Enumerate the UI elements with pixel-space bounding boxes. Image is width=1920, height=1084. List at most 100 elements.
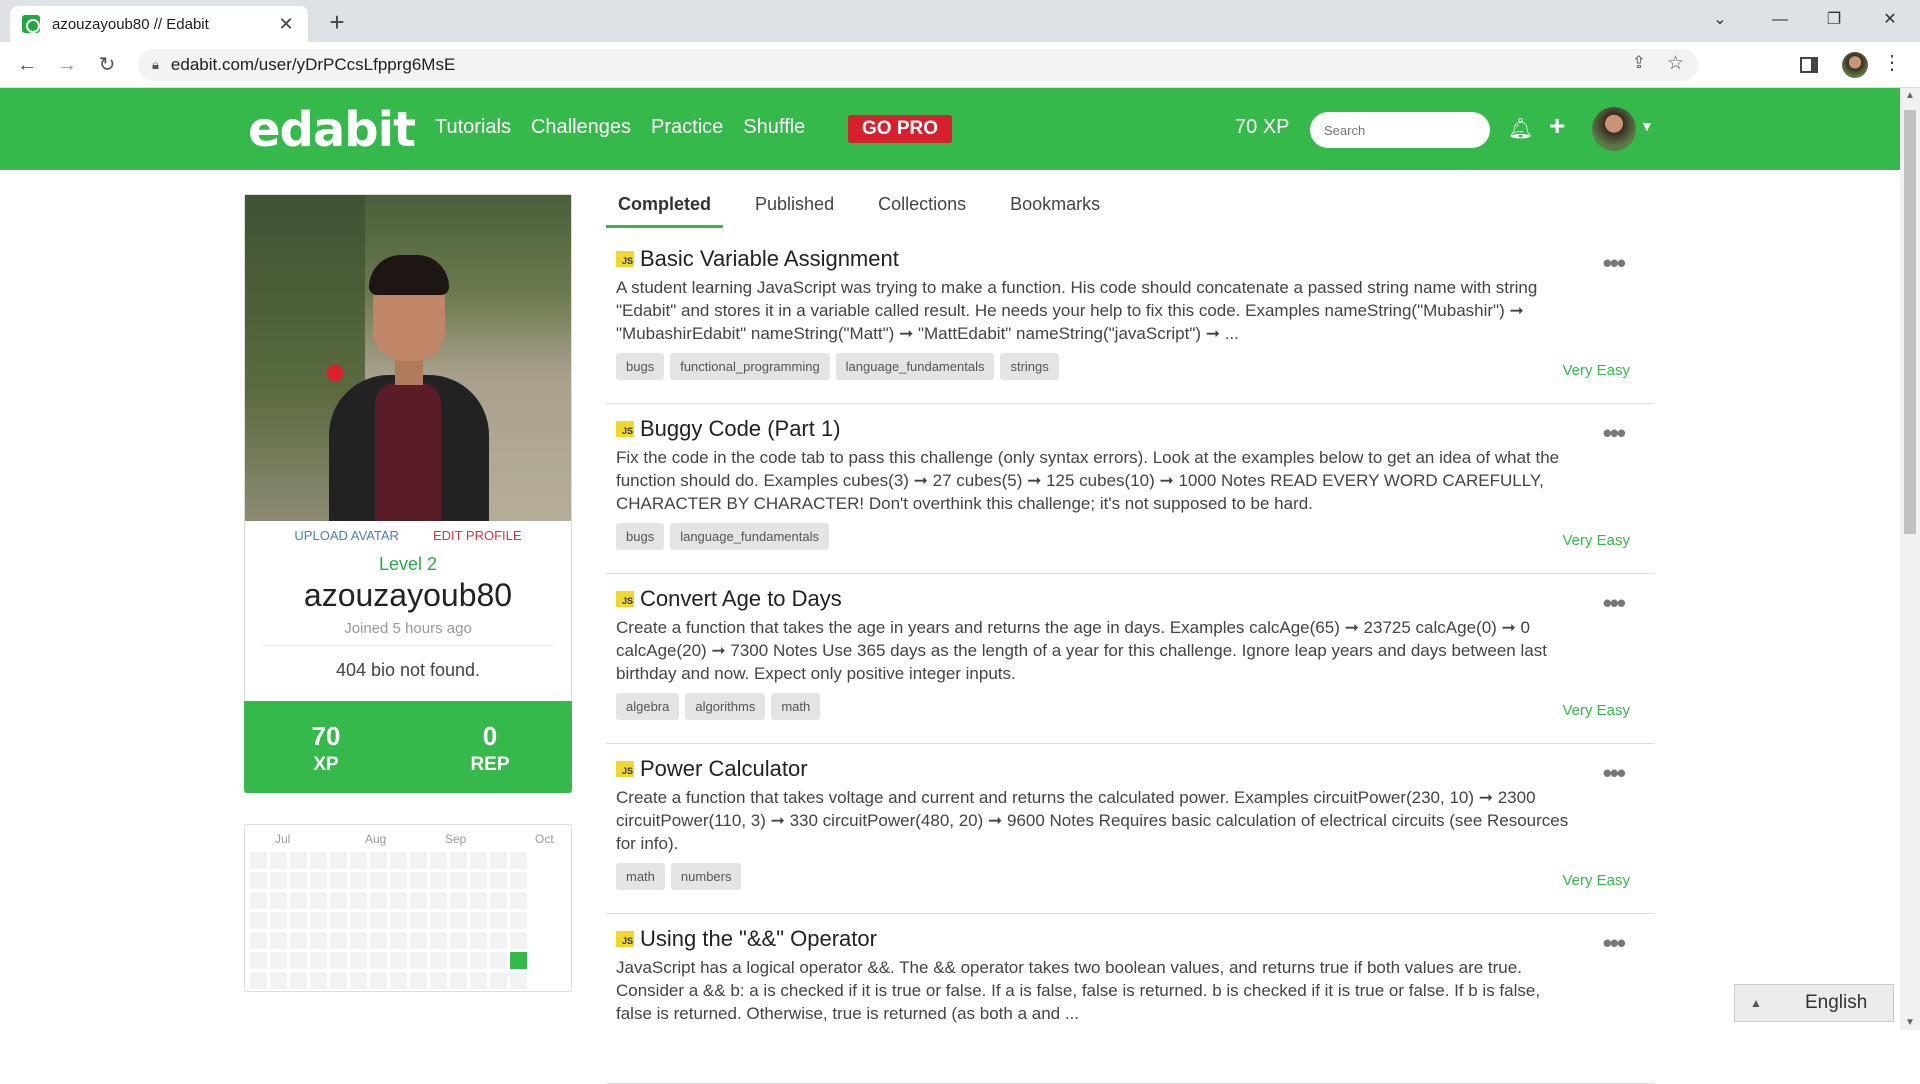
more-options-icon[interactable]: ••• (1603, 758, 1626, 789)
bell-icon[interactable]: 🔔︎ (1508, 116, 1533, 141)
tab-search-chevron-icon[interactable]: ⌄ (1690, 0, 1750, 42)
tab-completed[interactable]: Completed (606, 186, 724, 228)
nav-challenges[interactable]: Challenges (531, 116, 631, 139)
challenge-title[interactable]: Buggy Code (Part 1) (640, 416, 841, 442)
tag[interactable]: numbers (670, 863, 742, 890)
close-tab-icon[interactable]: ✕ (276, 14, 296, 35)
tag[interactable]: language_fundamentals (835, 353, 995, 380)
activity-day (350, 872, 367, 889)
challenge-card[interactable]: JS Buggy Code (Part 1) Fix the code in t… (606, 404, 1654, 574)
activity-day (430, 892, 447, 909)
challenge-card[interactable]: JS Convert Age to Days Create a function… (606, 574, 1654, 744)
activity-day (510, 892, 527, 909)
activity-day (410, 932, 427, 949)
challenge-title[interactable]: Basic Variable Assignment (640, 246, 899, 272)
edit-profile-link[interactable]: EDIT PROFILE (433, 528, 522, 543)
restore-icon[interactable]: ❐ (1804, 0, 1864, 42)
more-options-icon[interactable]: ••• (1603, 248, 1626, 279)
tag[interactable]: math (771, 693, 821, 720)
challenge-title[interactable]: Convert Age to Days (640, 586, 842, 612)
activity-day (350, 852, 367, 869)
bookmark-star-icon[interactable]: ☆ (1667, 52, 1684, 75)
activity-day (310, 932, 327, 949)
activity-day (490, 932, 507, 949)
activity-day (470, 852, 487, 869)
challenge-card[interactable]: JS Basic Variable Assignment A student l… (606, 234, 1654, 404)
minimize-icon[interactable]: — (1750, 0, 1810, 42)
nav-shuffle[interactable]: Shuffle (743, 116, 805, 139)
back-arrow-icon[interactable]: ← (12, 50, 42, 80)
month-label: Jul (275, 832, 290, 846)
tag[interactable]: math (616, 863, 665, 890)
activity-day (510, 972, 527, 989)
go-pro-button[interactable]: GO PRO (848, 115, 953, 143)
tag[interactable]: bugs (616, 353, 665, 380)
tag[interactable]: algorithms (685, 693, 766, 720)
activity-day (490, 852, 507, 869)
activity-day (450, 972, 467, 989)
activity-day (490, 972, 507, 989)
upload-avatar-link[interactable]: UPLOAD AVATAR (294, 528, 399, 543)
activity-day (410, 892, 427, 909)
side-panel-icon[interactable] (1800, 57, 1818, 73)
challenge-difficulty: Very Easy (1562, 532, 1630, 549)
challenge-card[interactable]: JS Using the "&&" Operator JavaScript ha… (606, 914, 1654, 1084)
nav-tutorials[interactable]: Tutorials (435, 116, 511, 139)
activity-day (370, 972, 387, 989)
tag[interactable]: bugs (616, 523, 665, 550)
activity-day (330, 892, 347, 909)
tab-published[interactable]: Published (743, 186, 846, 228)
url-text[interactable]: edabit.com/user/yDrPCcsLfpprg6MsE (171, 55, 455, 75)
activity-day (330, 872, 347, 889)
nav-practice[interactable]: Practice (651, 116, 723, 139)
challenge-tags: bugs functional_programming language_funda… (616, 353, 1642, 380)
scrollbar-thumb[interactable] (1904, 110, 1916, 534)
tag[interactable]: functional_programming (670, 353, 830, 380)
challenge-title[interactable]: Using the "&&" Operator (640, 926, 877, 952)
caret-up-icon[interactable]: ▲ (1735, 996, 1777, 1010)
reload-icon[interactable]: ↻ (92, 50, 122, 80)
challenge-difficulty: Very Easy (1562, 702, 1630, 719)
activity-day (310, 852, 327, 869)
caret-down-icon[interactable]: ▼ (1640, 118, 1654, 134)
more-options-icon[interactable]: ••• (1603, 588, 1626, 619)
activity-grid: Jul Aug Sep Oct (250, 832, 554, 989)
activity-day (310, 872, 327, 889)
xp-label: XP (313, 754, 339, 775)
forward-arrow-icon[interactable]: → (52, 50, 82, 80)
tag[interactable]: algebra (616, 693, 680, 720)
profile-stats: 70 XP 0 REP (244, 701, 572, 793)
scroll-down-icon[interactable]: ▼ (1905, 1017, 1915, 1028)
challenge-card[interactable]: JS Power Calculator Create a function th… (606, 744, 1654, 914)
challenge-title[interactable]: Power Calculator (640, 756, 808, 782)
lock-icon[interactable]: 🔒︎ (152, 57, 159, 73)
plus-icon[interactable]: + (1549, 110, 1565, 142)
tag[interactable]: strings (1000, 353, 1059, 380)
activity-day (370, 892, 387, 909)
tab-collections[interactable]: Collections (866, 186, 978, 228)
new-tab-icon[interactable]: + (322, 8, 352, 38)
tab-bookmarks[interactable]: Bookmarks (998, 186, 1112, 228)
javascript-icon: JS (616, 421, 634, 437)
scroll-up-icon[interactable]: ▲ (1905, 90, 1915, 101)
page-scrollbar[interactable]: ▲ ▼ (1900, 88, 1920, 1030)
activity-day (290, 852, 307, 869)
avatar[interactable] (1592, 107, 1636, 151)
more-options-icon[interactable]: ••• (1603, 928, 1626, 959)
browser-menu-icon[interactable]: ⋮ (1882, 50, 1902, 75)
close-window-icon[interactable]: ✕ (1860, 0, 1920, 42)
activity-day (290, 872, 307, 889)
activity-day (470, 872, 487, 889)
tag[interactable]: language_fundamentals (670, 523, 829, 550)
share-icon[interactable]: ⇪ (1632, 53, 1646, 73)
language-selector[interactable]: ▲ English (1734, 984, 1894, 1022)
search-input[interactable] (1310, 112, 1490, 148)
user-level: Level 2 (378, 554, 438, 574)
omnibox[interactable]: 🔒︎ edabit.com/user/yDrPCcsLfpprg6MsE ⇪ ☆ (138, 49, 1698, 81)
activity-day (450, 912, 467, 929)
browser-profile-avatar[interactable] (1842, 52, 1868, 78)
more-options-icon[interactable]: ••• (1603, 418, 1626, 449)
browser-tab[interactable]: azouzayoub80 // Edabit ✕ (10, 6, 308, 42)
activity-day (470, 972, 487, 989)
edabit-logo[interactable]: edabit (248, 102, 416, 158)
